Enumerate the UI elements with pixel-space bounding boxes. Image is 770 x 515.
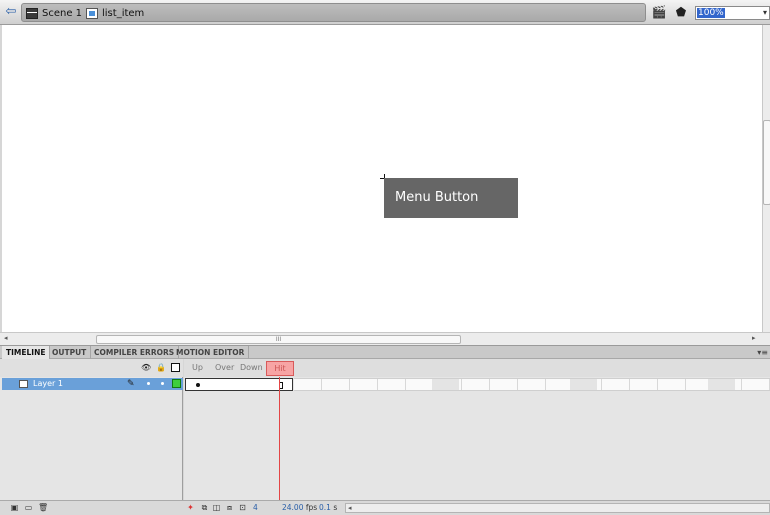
frame-cell-5th — [708, 379, 735, 390]
stage-canvas[interactable]: Menu Button — [2, 25, 762, 332]
frame-rate[interactable]: 24.00 fps — [282, 503, 317, 513]
pencil-icon: ✎ — [127, 379, 135, 389]
layers-panel: 👁 🔒 Layer 1 ✎ — [0, 359, 183, 500]
playhead[interactable] — [279, 377, 280, 500]
symbol-icon — [86, 7, 98, 19]
layers-header: 👁 🔒 — [0, 359, 183, 377]
back-arrow-icon[interactable]: ⇦ — [4, 5, 18, 19]
outline-icon[interactable] — [171, 363, 180, 372]
layer-row[interactable]: Layer 1 ✎ — [2, 378, 183, 390]
frame-label-down[interactable]: Down — [240, 363, 263, 373]
lock-icon[interactable]: 🔒 — [156, 363, 166, 372]
lock-dot[interactable] — [161, 382, 164, 385]
menu-button-symbol[interactable]: Menu Button — [384, 178, 518, 218]
onion-skin-icon[interactable]: ⧉ — [200, 504, 209, 512]
edit-bar: ⇦ Scene 1 list_item 🎬 ⬟ 100% ▾ — [0, 0, 770, 25]
modify-onion-markers-icon[interactable]: ⊡ — [238, 504, 247, 512]
breadcrumb-scene-label: Scene 1 — [42, 7, 83, 19]
chevron-down-icon: ▾ — [762, 8, 767, 17]
horizontal-scroll-thumb[interactable]: III — [96, 335, 461, 344]
frame-label-over[interactable]: Over — [215, 363, 234, 373]
breadcrumb-scene[interactable]: Scene 1 — [26, 6, 82, 20]
stage-horizontal-scrollbar[interactable]: ◂ III ▸ — [0, 332, 770, 345]
tab-motion-editor[interactable]: MOTION EDITOR — [172, 346, 250, 359]
edit-multiple-frames-icon[interactable]: ⧈ — [225, 504, 234, 512]
time-unit: s — [333, 503, 338, 512]
clapperboard-icon — [26, 7, 38, 19]
fps-unit: fps — [305, 503, 318, 512]
timeline-horizontal-scrollbar[interactable]: ◂ — [345, 503, 770, 513]
keyframe-dot[interactable] — [196, 383, 200, 387]
fps-value: 24.00 — [282, 503, 304, 512]
onion-skin-outlines-icon[interactable]: ◫ — [212, 504, 221, 512]
center-frame-icon[interactable]: ✦ — [186, 504, 195, 512]
zoom-select[interactable]: 100% ▾ — [695, 6, 770, 20]
visibility-dot[interactable] — [147, 382, 150, 385]
vertical-scroll-thumb[interactable] — [763, 120, 770, 205]
breadcrumb-symbol-label: list_item — [102, 7, 145, 19]
delete-icon[interactable]: 🗑 — [38, 504, 48, 512]
timeline-status-bar: ▣ ▭ 🗑 ✦ ⧉ ◫ ⧈ ⊡ 4 24.00 fps 0.1 s ◂ — [0, 500, 770, 515]
breadcrumb-symbol[interactable]: list_item — [86, 6, 144, 20]
frame-label-up[interactable]: Up — [192, 363, 203, 373]
timeline-frames[interactable]: Up Over Down Hit — [184, 359, 770, 500]
tab-compiler-errors[interactable]: COMPILER ERRORS — [90, 346, 180, 359]
scroll-left-icon[interactable]: ◂ — [4, 334, 8, 342]
panel-options-icon[interactable]: ▾≡ — [757, 346, 768, 359]
stage-vertical-scrollbar[interactable] — [762, 25, 770, 332]
scroll-left-icon[interactable]: ◂ — [348, 504, 352, 512]
panel-tabs: TIMELINE OUTPUT COMPILER ERRORS MOTION E… — [0, 345, 770, 359]
eye-icon[interactable]: 👁 — [141, 363, 151, 372]
frame-cell-5th — [432, 379, 459, 390]
new-layer-icon[interactable]: ▣ — [10, 504, 19, 512]
new-folder-icon[interactable]: ▭ — [24, 504, 33, 512]
frame-cell-5th — [570, 379, 597, 390]
frame-labels-row: Up Over Down Hit — [184, 359, 770, 377]
elapsed-time: 0.1 s — [319, 503, 337, 513]
layer-icon — [19, 380, 28, 388]
tab-output[interactable]: OUTPUT — [48, 346, 92, 359]
scroll-right-icon[interactable]: ▸ — [752, 334, 756, 342]
frame-cells[interactable] — [294, 378, 770, 391]
tab-timeline[interactable]: TIMELINE — [2, 346, 51, 359]
edit-symbols-icon[interactable]: ⬟ — [672, 5, 690, 20]
frame-label-hit[interactable]: Hit — [266, 361, 294, 376]
edit-scene-icon[interactable]: 🎬 — [650, 5, 668, 20]
breadcrumb: Scene 1 list_item — [21, 3, 646, 22]
time-value: 0.1 — [319, 503, 331, 512]
zoom-value: 100% — [697, 8, 725, 18]
layer-name: Layer 1 — [33, 379, 63, 388]
outline-color-swatch[interactable] — [172, 379, 181, 388]
current-frame[interactable]: 4 — [253, 503, 258, 513]
keyframe-span[interactable] — [185, 378, 293, 391]
